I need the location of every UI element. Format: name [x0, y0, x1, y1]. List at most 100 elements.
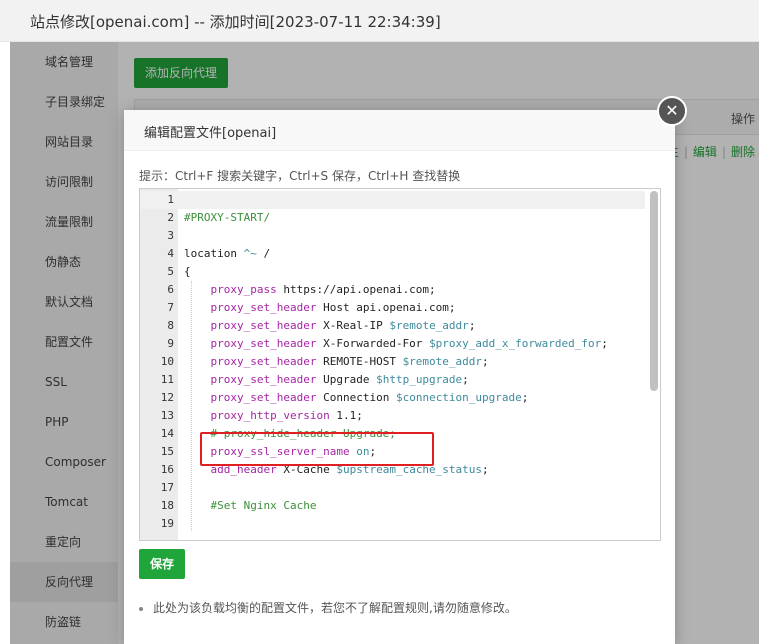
config-note-text: 此处为该负载均衡的配置文件，若您不了解配置规则,请勿随意修改。 — [153, 601, 517, 615]
code-token: #Set Nginx Cache — [210, 499, 317, 512]
line-number: 19 — [160, 517, 174, 530]
code-line: 18 #Set Nginx Cache — [140, 497, 645, 515]
code-line: 3 — [140, 227, 645, 245]
editor-scrollbar[interactable] — [650, 191, 658, 391]
code-line: 6 proxy_pass https://api.openai.com; — [140, 281, 645, 299]
code-token: proxy_set_header — [210, 301, 317, 314]
line-text: proxy_set_header X-Real-IP $remote_addr; — [184, 317, 476, 335]
line-number: 5 — [167, 265, 174, 278]
close-icon[interactable]: ✕ — [657, 96, 687, 126]
code-token: ; — [482, 355, 489, 368]
code-line: 10 proxy_set_header REMOTE-HOST $remote_… — [140, 353, 645, 371]
code-line: 2 #PROXY-START/ — [140, 209, 645, 227]
modal-titlebar: 编辑配置文件[openai] — [124, 110, 675, 151]
code-token: location — [184, 247, 244, 260]
line-text: #PROXY-START/ — [184, 209, 270, 227]
line-number: 15 — [160, 445, 174, 458]
code-line: 19 — [140, 515, 645, 533]
code-token: proxy_set_header — [210, 319, 317, 332]
code-lines[interactable]: 1 2 #PROXY-START/3 4 location ^~ /5{6 proxy_… — [140, 191, 645, 533]
code-token: 1.1; — [329, 409, 363, 422]
line-text: proxy_set_header Connection $connection_… — [184, 389, 529, 407]
code-line: 8 proxy_set_header X-Real-IP $remote_add… — [140, 317, 645, 335]
code-line: 1 — [140, 191, 645, 209]
code-token: $remote_addr — [402, 355, 483, 368]
code-token: ; — [462, 373, 469, 386]
code-token: proxy_http_version — [210, 409, 330, 422]
code-line: 13 proxy_http_version 1.1; — [140, 407, 645, 425]
line-number: 9 — [167, 337, 174, 350]
code-token: proxy_set_header — [210, 337, 317, 350]
line-text: proxy_pass https://api.openai.com; — [184, 281, 436, 299]
line-text: { — [184, 263, 191, 281]
line-text: proxy_set_header Host api.openai.com; — [184, 299, 456, 317]
code-line: 5{ — [140, 263, 645, 281]
line-number: 11 — [160, 373, 174, 386]
code-token: proxy_set_header — [210, 391, 317, 404]
code-token: X-Real-IP — [316, 319, 390, 332]
line-text: proxy_set_header REMOTE-HOST $remote_add… — [184, 353, 489, 371]
line-number: 8 — [167, 319, 174, 332]
code-token: REMOTE-HOST — [316, 355, 403, 368]
code-token: ; — [468, 319, 476, 332]
code-line: 7 proxy_set_header Host api.openai.com; — [140, 299, 645, 317]
code-token: Host api.openai.com; — [316, 301, 456, 314]
line-text: proxy_http_version 1.1; — [184, 407, 363, 425]
code-token: ^~ — [243, 247, 257, 260]
line-number: 3 — [167, 229, 174, 242]
line-number: 16 — [160, 463, 174, 476]
line-number: 10 — [160, 355, 174, 368]
line-number: 13 — [160, 409, 174, 422]
line-number: 4 — [167, 247, 174, 260]
code-token: $connection_upgrade — [395, 391, 522, 404]
window-title: 站点修改[openai.com] -- 添加时间[2023-07-11 22:3… — [30, 13, 441, 31]
code-editor[interactable]: 1 2 #PROXY-START/3 4 location ^~ /5{6 proxy_… — [139, 188, 661, 541]
window-titlebar: 站点修改[openai.com] -- 添加时间[2023-07-11 22:3… — [0, 0, 759, 42]
code-line: 12 proxy_set_header Connection $connecti… — [140, 389, 645, 407]
code-line: 9 proxy_set_header X-Forwarded-For $prox… — [140, 335, 645, 353]
code-token: https://api.openai.com; — [276, 283, 436, 296]
line-text: proxy_set_header X-Forwarded-For $proxy_… — [184, 335, 608, 353]
code-token: Connection — [316, 391, 396, 404]
code-token: proxy_pass — [210, 283, 277, 296]
line-number: 6 — [167, 283, 174, 296]
code-line: 4 location ^~ / — [140, 245, 645, 263]
code-line: 17 — [140, 479, 645, 497]
code-token: X-Forwarded-For — [316, 337, 430, 350]
line-text: proxy_set_header Upgrade $http_upgrade; — [184, 371, 469, 389]
line-number: 2 — [167, 211, 174, 224]
save-button[interactable]: 保存 — [139, 549, 186, 579]
modal-title: 编辑配置文件[openai] — [144, 126, 277, 141]
line-number: 1 — [167, 193, 174, 206]
code-token: { — [184, 265, 191, 278]
code-token: $proxy_add_x_forwarded_for — [429, 337, 602, 350]
code-token: #PROXY-START/ — [184, 211, 271, 224]
code-token: ; — [482, 463, 489, 476]
code-token: / — [256, 247, 271, 260]
code-token: proxy_set_header — [210, 373, 317, 386]
code-line: 11 proxy_set_header Upgrade $http_upgrad… — [140, 371, 645, 389]
bullet-icon — [139, 606, 143, 611]
line-number: 14 — [160, 427, 174, 440]
code-token: ; — [521, 391, 529, 404]
line-number: 12 — [160, 391, 174, 404]
highlight-box — [200, 432, 434, 466]
edit-config-modal: 编辑配置文件[openai] 提示：Ctrl+F 搜索关键字，Ctrl+S 保存… — [124, 110, 675, 644]
code-token: $remote_addr — [389, 319, 469, 332]
code-token: $http_upgrade — [376, 373, 463, 386]
config-note: 此处为该负载均衡的配置文件，若您不了解配置规则,请勿随意修改。 — [139, 599, 517, 616]
code-token: proxy_set_header — [210, 355, 317, 368]
line-number: 18 — [160, 499, 174, 512]
line-text: #Set Nginx Cache — [184, 497, 317, 515]
code-token: ; — [601, 337, 608, 350]
code-token: Upgrade — [316, 373, 377, 386]
